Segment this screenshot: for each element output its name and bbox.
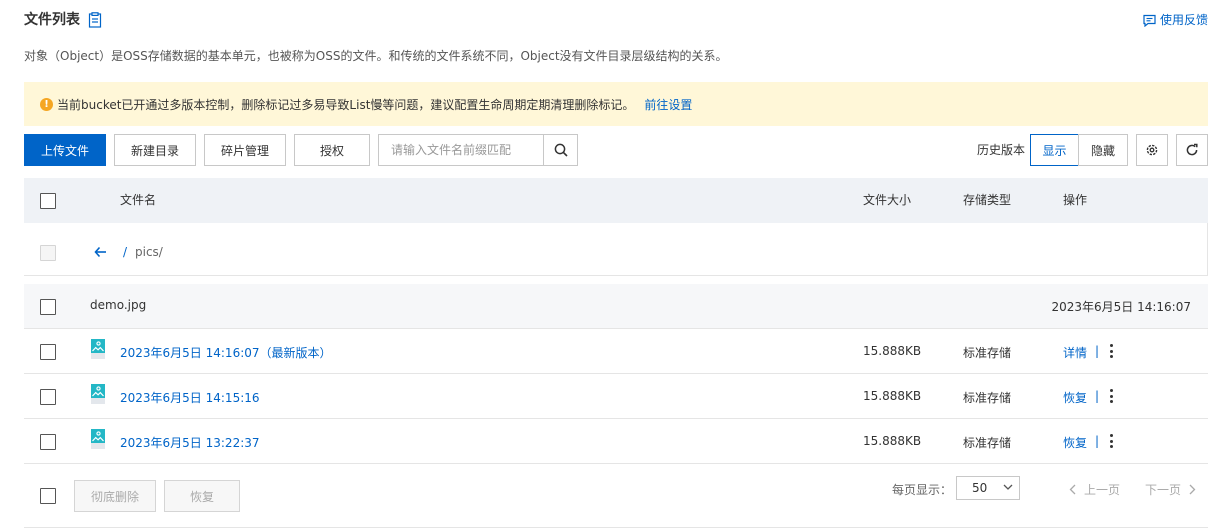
table-header: 文件名 文件大小 存储类型 操作 <box>24 178 1208 223</box>
row-checkbox[interactable] <box>40 344 56 360</box>
gear-icon <box>1146 144 1158 156</box>
page-title: 文件列表 <box>24 12 80 28</box>
back-arrow-icon[interactable] <box>94 246 107 258</box>
table-row: 2023年6月5日 13:22:37 15.888KB 标准存储 恢复 | <box>24 419 1208 464</box>
authorize-button[interactable]: 授权 <box>294 134 370 166</box>
version-storage: 标准存储 <box>963 346 1012 360</box>
column-header-name: 文件名 <box>120 193 157 207</box>
version-size: 15.888KB <box>863 434 922 448</box>
search-box <box>378 134 578 166</box>
footer-select-all-checkbox[interactable] <box>40 488 56 504</box>
page-size-label: 每页显示： <box>892 483 953 497</box>
footer-divider <box>24 527 1208 528</box>
page-size-value: 50 <box>972 481 988 495</box>
restore-button[interactable]: 恢复 <box>164 480 240 512</box>
page-description: 对象（Object）是OSS存储数据的基本单元，也被称为OSS的文件。和传统的文… <box>24 49 728 63</box>
breadcrumb-root[interactable]: / <box>123 245 127 259</box>
group-row-checkbox[interactable] <box>40 299 56 315</box>
permanent-delete-button[interactable]: 彻底删除 <box>74 480 156 512</box>
feedback-label: 使用反馈 <box>1159 13 1208 27</box>
feedback-icon <box>1143 14 1156 27</box>
nav-row-checkbox <box>40 245 56 261</box>
file-group-row: demo.jpg 2023年6月5日 14:16:07 <box>24 284 1208 329</box>
more-actions-icon[interactable] <box>1110 434 1114 448</box>
fragment-management-button[interactable]: 碎片管理 <box>204 134 286 166</box>
upload-file-button[interactable]: 上传文件 <box>24 134 106 166</box>
version-size: 15.888KB <box>863 389 922 403</box>
prev-page-label: 上一页 <box>1084 483 1121 497</box>
document-icon[interactable] <box>88 12 102 28</box>
chevron-left-icon <box>1069 484 1076 495</box>
version-size: 15.888KB <box>863 344 922 358</box>
action-separator: | <box>1095 344 1100 358</box>
image-file-icon <box>91 429 105 449</box>
version-name-link[interactable]: 2023年6月5日 14:15:16 <box>120 389 260 406</box>
select-all-checkbox[interactable] <box>40 193 56 209</box>
details-link[interactable]: 详情 <box>1063 344 1087 361</box>
image-file-icon <box>91 384 105 404</box>
next-page-button[interactable]: 下一页 <box>1145 481 1196 498</box>
restore-link[interactable]: 恢复 <box>1063 389 1087 406</box>
group-file-name: demo.jpg <box>90 298 147 312</box>
search-button[interactable] <box>543 135 577 165</box>
version-storage: 标准存储 <box>963 436 1012 450</box>
more-actions-icon[interactable] <box>1110 389 1114 403</box>
new-directory-button[interactable]: 新建目录 <box>114 134 196 166</box>
page-size-select[interactable]: 50 <box>956 476 1020 500</box>
refresh-icon <box>1186 143 1198 156</box>
warning-icon: ! <box>40 97 53 111</box>
version-storage: 标准存储 <box>963 391 1012 405</box>
breadcrumb-path: pics/ <box>135 245 163 259</box>
versioning-notice: ! 当前bucket已开通过多版本控制，删除标记过多易导致List慢等问题，建议… <box>24 82 1208 126</box>
refresh-button[interactable] <box>1176 134 1208 166</box>
more-actions-icon[interactable] <box>1110 344 1114 358</box>
version-name-link[interactable]: 2023年6月5日 13:22:37 <box>120 434 260 451</box>
image-file-icon <box>91 339 105 359</box>
group-modified-time: 2023年6月5日 14:16:07 <box>1051 300 1191 314</box>
history-version-label: 历史版本 <box>977 143 1026 157</box>
notice-text: 当前bucket已开通过多版本控制，删除标记过多易导致List慢等问题，建议配置… <box>57 97 635 112</box>
prev-page-button[interactable]: 上一页 <box>1069 481 1120 498</box>
column-header-size: 文件大小 <box>863 193 912 207</box>
chevron-right-icon <box>1189 484 1196 495</box>
action-separator: | <box>1095 434 1100 448</box>
column-header-action: 操作 <box>1063 193 1088 207</box>
chevron-down-icon <box>1003 484 1013 490</box>
history-show-toggle[interactable]: 显示 <box>1030 134 1079 166</box>
row-checkbox[interactable] <box>40 389 56 405</box>
settings-button[interactable] <box>1136 134 1168 166</box>
search-input[interactable] <box>379 135 543 165</box>
search-icon <box>554 143 568 157</box>
restore-link[interactable]: 恢复 <box>1063 434 1087 451</box>
table-row: 2023年6月5日 14:15:16 15.888KB 标准存储 恢复 | <box>24 374 1208 419</box>
table-row: 2023年6月5日 14:16:07（最新版本） 15.888KB 标准存储 详… <box>24 329 1208 374</box>
feedback-link[interactable]: 使用反馈 <box>1143 10 1208 30</box>
next-page-label: 下一页 <box>1145 483 1182 497</box>
row-checkbox[interactable] <box>40 434 56 450</box>
directory-nav-row: / pics/ <box>24 223 1208 276</box>
column-header-storage: 存储类型 <box>963 193 1012 207</box>
history-hide-toggle[interactable]: 隐藏 <box>1078 134 1128 166</box>
version-name-link[interactable]: 2023年6月5日 14:16:07（最新版本） <box>120 344 332 361</box>
go-settings-link[interactable]: 前往设置 <box>644 96 692 113</box>
action-separator: | <box>1095 389 1100 403</box>
